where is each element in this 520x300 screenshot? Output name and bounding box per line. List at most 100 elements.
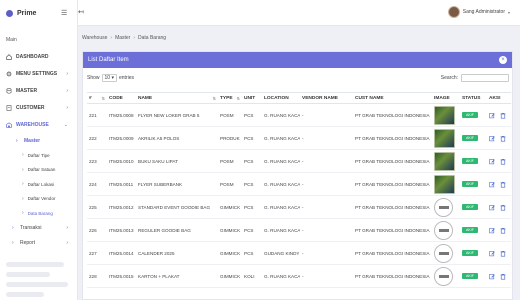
edit-icon[interactable] [489, 204, 495, 211]
cell-image [432, 151, 460, 171]
close-icon[interactable]: × [499, 56, 507, 64]
cell-type: POSM [220, 158, 234, 164]
edit-icon[interactable] [489, 250, 495, 257]
cell-unit: PCS [244, 181, 254, 187]
cell-no: 227 [89, 250, 97, 256]
sidebar-subitem-label: Transaksi [20, 225, 42, 231]
edit-icon[interactable] [489, 181, 495, 188]
edit-icon[interactable] [489, 227, 495, 234]
edit-icon[interactable] [489, 135, 495, 142]
trash-icon[interactable] [500, 250, 506, 257]
trash-icon[interactable] [500, 273, 506, 280]
cell-image [432, 220, 460, 240]
cell-location: GUDANG KINDY [264, 250, 300, 256]
cell-cust: PT GRAB TEKNOLOGI INDONESIA [355, 181, 430, 187]
edit-icon[interactable] [489, 273, 495, 280]
edit-icon[interactable] [489, 158, 495, 165]
table-body: 221 ITM25.0008 FLYER NEW LOKER GRAB 5 POSM P… [87, 104, 511, 288]
entries-select[interactable]: 10 ▾ [101, 74, 117, 82]
sidebar-item-warehouse[interactable]: WAREHOUSE ⌄ [0, 116, 77, 133]
column-header-code[interactable]: CODE [107, 96, 136, 101]
cell-no: 223 [89, 158, 97, 164]
column-header-status[interactable]: STATUS [460, 96, 487, 101]
item-thumbnail[interactable] [434, 151, 455, 171]
item-thumbnail[interactable] [434, 174, 455, 194]
item-thumbnail[interactable] [434, 105, 455, 125]
trash-icon[interactable] [500, 158, 506, 165]
trash-icon[interactable] [500, 112, 506, 119]
cell-aksi [487, 158, 511, 165]
sidebar-placeholder [6, 262, 64, 267]
status-badge: AKIF [462, 135, 478, 141]
cell-name: FLYER SUBERBANK [138, 181, 183, 187]
sidebar-placeholder [6, 272, 50, 277]
sidebar-leaf-daftar-satuan[interactable]: › Daftar Satuan [0, 163, 77, 178]
column-header-cust[interactable]: CUST NAME [353, 96, 432, 101]
hamburger-menu-icon[interactable]: ☰ [61, 9, 67, 17]
table-header-row: # ⇅ CODE NAME ⇅ TYPE ⇅ UNIT LOCATION VENDOR… [87, 92, 511, 104]
cell-unit: PCS [244, 158, 254, 164]
column-header-no[interactable]: # ⇅ [87, 96, 107, 101]
chevron-right-icon: › [22, 195, 24, 202]
sidebar-item-dashboard[interactable]: DASHBOARD [0, 48, 77, 65]
cell-aksi [487, 135, 511, 142]
user-menu[interactable]: Sang Administrator ▾ [447, 6, 510, 18]
sidebar-leaf-daftar-vendor[interactable]: › Daftar Vendor [0, 192, 77, 207]
table-row: 228 ITM25.0015 KARTON + PLAKAT GIMMICK KOLI G… [87, 265, 511, 288]
breadcrumb-item[interactable]: Warehouse [82, 35, 107, 41]
trash-icon[interactable] [500, 204, 506, 211]
item-thumbnail[interactable] [434, 243, 453, 263]
item-thumbnail[interactable] [434, 128, 455, 148]
search-box: Search: [441, 74, 509, 82]
trash-icon[interactable] [500, 135, 506, 142]
sidebar-leaf-daftar-tipe[interactable]: › Daftar Tipe [0, 148, 77, 163]
cell-status: AKIF [460, 135, 487, 141]
column-header-image[interactable]: IMAGE [432, 96, 460, 101]
column-header-unit[interactable]: UNIT [242, 96, 262, 101]
sidebar-item-customer[interactable]: CUSTOMER › [0, 99, 77, 116]
cell-vendor: - [302, 204, 304, 210]
table-row: 221 ITM25.0008 FLYER NEW LOKER GRAB 5 POSM P… [87, 104, 511, 127]
item-thumbnail[interactable] [434, 220, 453, 240]
sidebar-subitem-master[interactable]: › Master [0, 133, 77, 148]
status-badge: AKIF [462, 250, 478, 256]
sidebar-item-label: MASTER [16, 87, 38, 94]
trash-icon[interactable] [500, 181, 506, 188]
sidebar-leaf-data-barang[interactable]: › Data Barang [0, 206, 77, 221]
column-header-type[interactable]: TYPE ⇅ [218, 96, 242, 101]
sidebar-item-master[interactable]: MASTER › [0, 82, 77, 99]
column-header-vendor[interactable]: VENDOR NAME [300, 96, 353, 101]
column-header-location[interactable]: LOCATION [262, 96, 300, 101]
chevron-right-icon: › [16, 137, 18, 144]
breadcrumb-item[interactable]: Master [115, 35, 130, 41]
cell-unit: PCS [244, 250, 254, 256]
cell-code: ITM25.0011 [109, 181, 134, 187]
cell-unit: PCS [244, 227, 254, 233]
table-row: 227 ITM25.0014 CALENDER 2025 GIMMICK PCS GUDA… [87, 242, 511, 265]
sidebar-subitem-transaksi[interactable]: › Transaksi › [0, 221, 77, 236]
cell-no: 222 [89, 135, 97, 141]
chevron-right-icon: › [66, 87, 68, 94]
table-row: 223 ITM25.0010 BUKU SAKU LIPAT POSM PCS G. RU… [87, 150, 511, 173]
column-header-name[interactable]: NAME ⇅ [136, 96, 218, 101]
cell-unit: PCS [244, 112, 254, 118]
search-input[interactable] [461, 74, 509, 82]
cell-cust: PT GRAB TEKNOLOGI INDONESIA [355, 135, 430, 141]
sidebar-subitem-report[interactable]: › Report › [0, 236, 77, 251]
cell-code: ITM25.0013 [109, 227, 134, 233]
trash-icon[interactable] [500, 227, 506, 234]
cell-unit: PCS [244, 135, 254, 141]
collapse-arrows-icon[interactable]: ↤ [78, 8, 84, 16]
cell-code: ITM25.0008 [109, 112, 134, 118]
chevron-right-icon: › [66, 240, 68, 246]
menu-section-label: Main [6, 37, 17, 43]
item-thumbnail[interactable] [434, 266, 453, 286]
sidebar-leaf-label: Daftar Tipe [27, 152, 50, 158]
edit-icon[interactable] [489, 112, 495, 119]
sidebar-item-menu-settings[interactable]: MENU SETTINGS › [0, 65, 77, 82]
sidebar-leaf-daftar-lokasi[interactable]: › Daftar Lokasi [0, 177, 77, 192]
database-icon [6, 87, 12, 94]
item-thumbnail[interactable] [434, 197, 453, 217]
cell-no: 224 [89, 181, 97, 187]
sidebar-item-label: MENU SETTINGS [16, 70, 58, 77]
